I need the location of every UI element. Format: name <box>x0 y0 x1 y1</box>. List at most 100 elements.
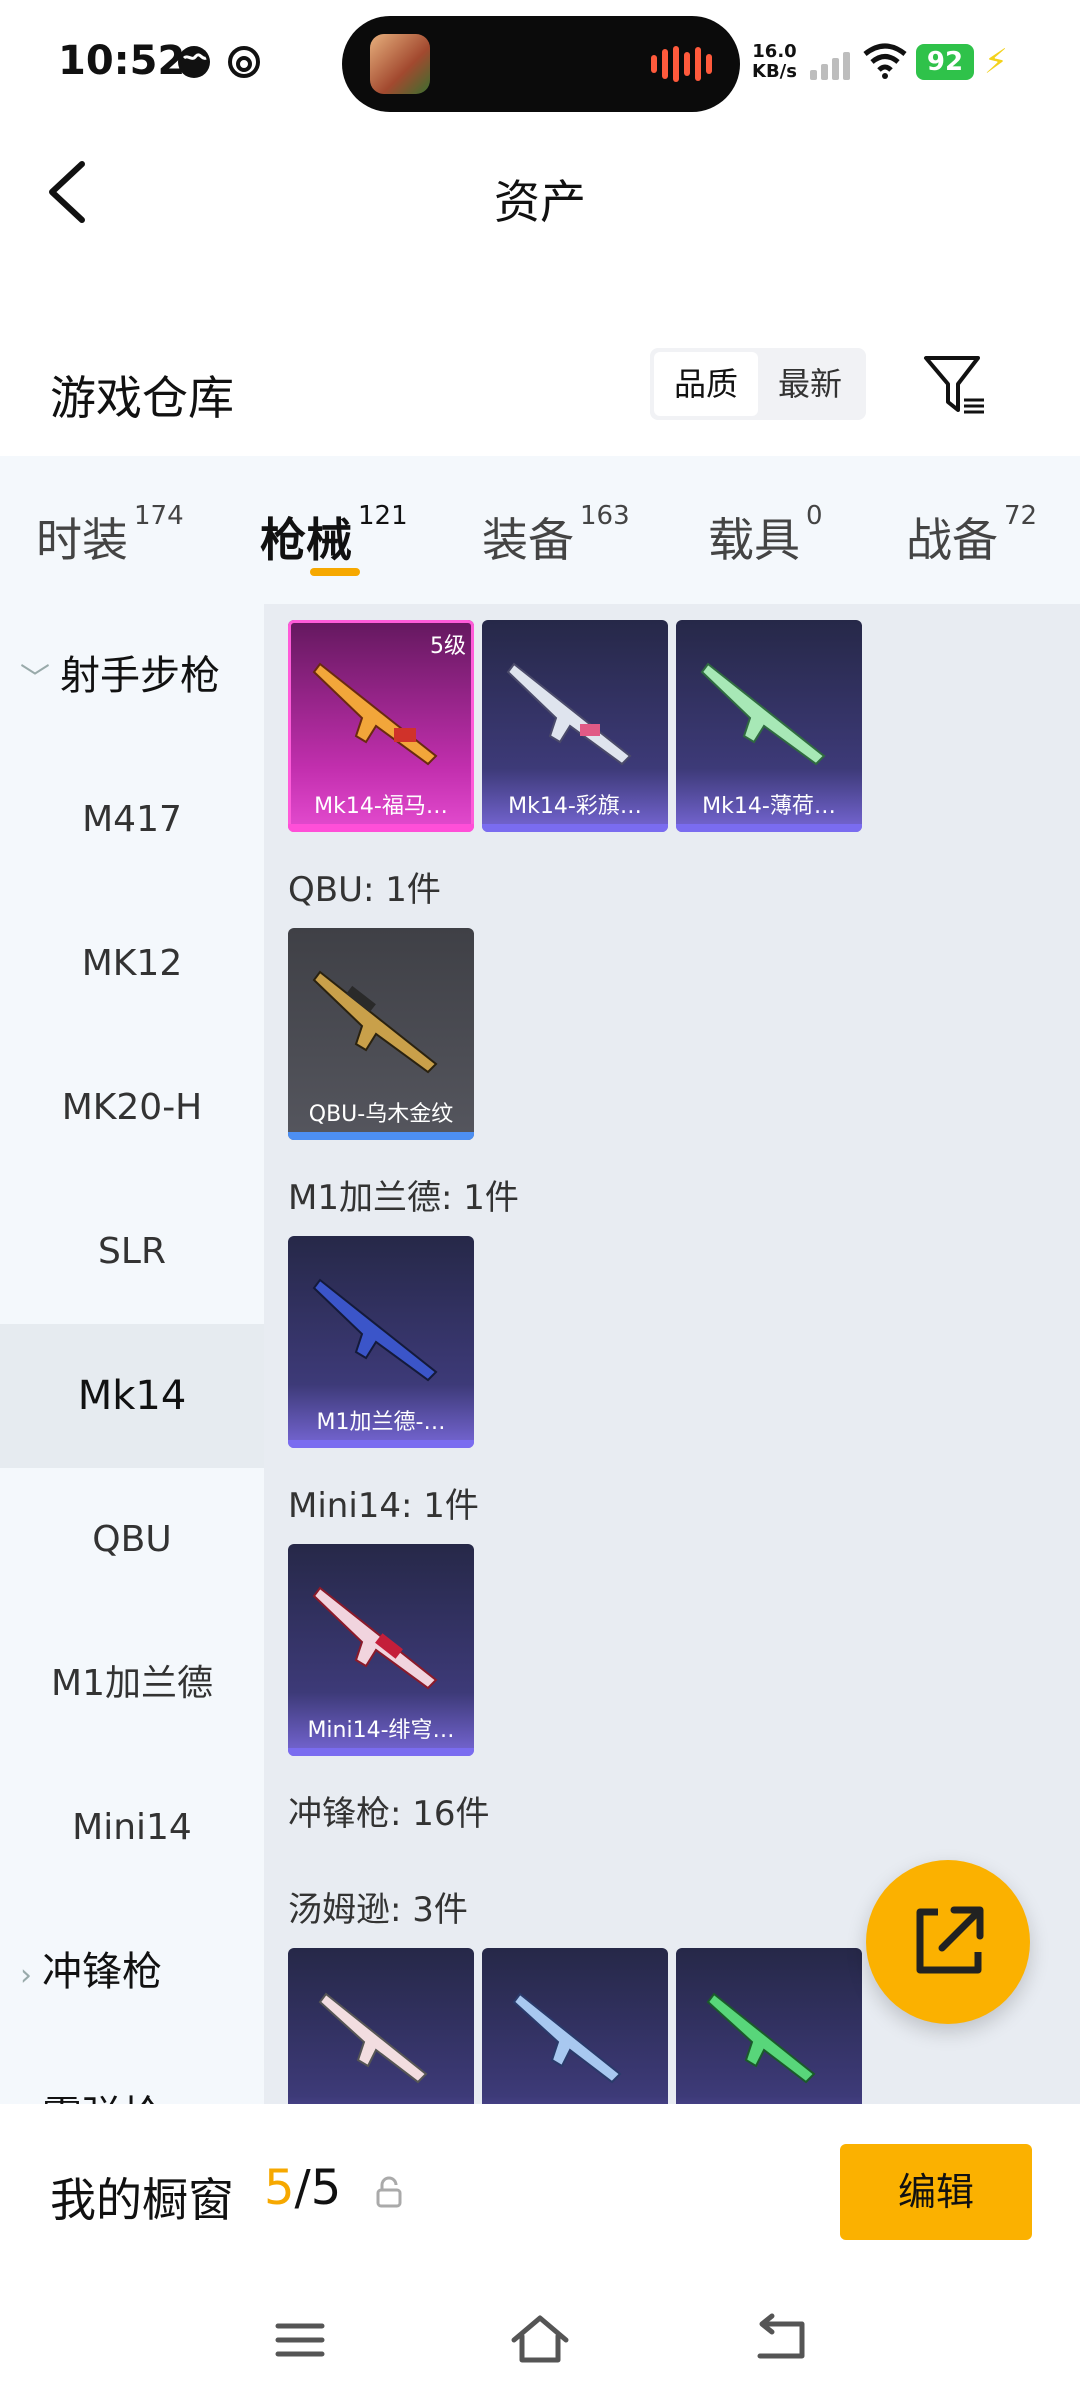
item-card[interactable] <box>288 1948 474 2104</box>
status-time: 10:52 <box>58 38 186 84</box>
group-label-thompson: 汤姆逊: 3件 <box>288 1890 468 1930</box>
sort-quality-button[interactable]: 品质 <box>654 352 758 416</box>
item-name: Mini14-绯穹… <box>307 1718 455 1743</box>
rarity-bar <box>288 1440 474 1448</box>
chevron-right-icon: › <box>20 1958 32 1993</box>
tab-label: 载具 <box>708 513 800 567</box>
sync-icon <box>228 46 260 78</box>
sort-toggle[interactable]: 品质 最新 <box>650 348 866 420</box>
rifle-icon <box>312 662 438 766</box>
lock-icon <box>376 2176 402 2208</box>
rarity-bar <box>288 1132 474 1140</box>
network-speed-unit: KB/s <box>752 61 797 82</box>
tab-label: 装备 <box>482 513 574 567</box>
category-tabs: 时装 174 枪械 121 装备 163 载具 0 战备 72 <box>0 456 1080 604</box>
sidebar-item-mk20h[interactable]: MK20-H <box>0 1036 264 1180</box>
smg-icon <box>512 1992 622 2084</box>
group-label-m1-garand: M1加兰德: 1件 <box>288 1178 519 1218</box>
sidebar-item-mini14[interactable]: Mini14 <box>0 1756 264 1900</box>
smg-icon <box>706 1992 816 2084</box>
item-card[interactable]: Mk14-彩旗… <box>482 620 668 832</box>
item-name: Mk14-薄荷… <box>702 794 836 819</box>
charging-icon: ⚡ <box>984 42 1008 82</box>
item-card[interactable] <box>482 1948 668 2104</box>
showcase-total: 5 <box>310 2160 342 2216</box>
tab-label: 战备 <box>906 513 998 567</box>
item-name: Mk14-彩旗… <box>508 794 642 819</box>
status-bar: 10:52 16.0 KB/s 92 ⚡ <box>0 0 1080 120</box>
sidebar-group-label: 霰弹枪 <box>42 2093 162 2104</box>
rifle-icon <box>506 662 632 766</box>
group-label-mini14: Mini14: 1件 <box>288 1486 479 1526</box>
rarity-bar <box>482 824 668 832</box>
item-card[interactable]: Mk14-薄荷… <box>676 620 862 832</box>
showcase-count: 5/5 <box>264 2160 341 2216</box>
sidebar-item-mk12[interactable]: MK12 <box>0 892 264 1036</box>
tab-fashion[interactable]: 时装 174 <box>36 500 184 570</box>
warehouse-title: 游戏仓库 <box>50 371 234 425</box>
edit-button[interactable]: 编辑 <box>840 2144 1032 2240</box>
sidebar-item-qbu[interactable]: QBU <box>0 1468 264 1612</box>
filter-icon[interactable] <box>920 350 990 420</box>
rifle-icon <box>312 1586 438 1690</box>
rarity-bar <box>288 1748 474 1756</box>
sidebar-item-m417[interactable]: M417 <box>0 748 264 892</box>
tab-count: 174 <box>134 500 184 531</box>
chevron-down-icon: ﹀ <box>20 662 50 697</box>
item-card[interactable]: M1加兰德-… <box>288 1236 474 1448</box>
tab-count: 72 <box>1004 500 1038 531</box>
sidebar-item-mk14[interactable]: Mk14 <box>0 1324 264 1468</box>
smg-icon <box>318 1992 428 2084</box>
item-name: QBU-乌木金纹 <box>308 1102 454 1127</box>
tab-vehicles[interactable]: 载具 0 <box>708 500 823 570</box>
wifi-icon <box>863 43 907 79</box>
item-name: Mk14-福马… <box>314 794 448 819</box>
tab-label: 时装 <box>36 513 128 567</box>
battery-indicator: 92 <box>916 44 974 80</box>
dynamic-island[interactable] <box>342 16 740 112</box>
network-speed: 16.0 KB/s <box>752 42 797 82</box>
tab-equipment[interactable]: 装备 163 <box>482 500 630 570</box>
item-card[interactable]: QBU-乌木金纹 <box>288 928 474 1140</box>
rarity-bar <box>288 824 474 832</box>
group-label-smg: 冲锋枪: 16件 <box>288 1794 490 1834</box>
home-icon[interactable] <box>508 2310 572 2370</box>
item-name: M1加兰德-… <box>316 1410 446 1435</box>
showcase-bar: 我的橱窗 5/5 编辑 <box>0 2104 1080 2280</box>
item-card[interactable]: 5级 Mk14-福马… <box>288 620 474 832</box>
system-nav-bar <box>0 2280 1080 2400</box>
item-card[interactable]: Mini14-绯穹… <box>288 1544 474 1756</box>
sidebar-item-slr[interactable]: SLR <box>0 1180 264 1324</box>
tab-guns[interactable]: 枪械 121 <box>260 500 408 570</box>
sidebar-group-shotgun[interactable]: ›霰弹枪 <box>20 2044 162 2104</box>
menu-icon[interactable] <box>268 2310 332 2370</box>
sidebar-group-smg[interactable]: › 冲锋枪 <box>20 1900 162 2044</box>
app-thumbnail <box>370 34 430 94</box>
weapon-sidebar: ﹀ 射手步枪 M417 MK12 MK20-H SLR Mk14 QBU M1加兰… <box>0 604 264 2104</box>
share-button[interactable] <box>866 1860 1030 2024</box>
tab-supplies[interactable]: 战备 72 <box>906 500 1038 570</box>
rifle-icon <box>700 662 826 766</box>
back-nav-icon[interactable] <box>750 2310 814 2370</box>
item-card[interactable] <box>676 1948 862 2104</box>
rifle-icon <box>312 970 438 1074</box>
showcase-current: 5 <box>264 2160 295 2216</box>
sidebar-group-marksman[interactable]: ﹀ 射手步枪 <box>20 604 220 748</box>
sort-newest-button[interactable]: 最新 <box>758 352 862 416</box>
tab-count: 0 <box>806 500 823 531</box>
active-tab-indicator <box>310 568 360 576</box>
audio-wave-icon <box>651 46 712 82</box>
rarity-bar <box>676 824 862 832</box>
signal-icon <box>810 46 850 80</box>
showcase-separator: / <box>294 2160 311 2216</box>
showcase-label: 我的橱窗 <box>50 2173 234 2227</box>
rifle-icon <box>312 1278 438 1382</box>
sidebar-item-m1-garand[interactable]: M1加兰德 <box>0 1612 264 1756</box>
tab-count: 163 <box>580 500 630 531</box>
share-icon <box>916 1906 984 1974</box>
group-label-qbu: QBU: 1件 <box>288 870 441 910</box>
page-title: 资产 <box>494 175 586 229</box>
tab-count: 121 <box>358 500 408 531</box>
tab-label: 枪械 <box>260 513 352 567</box>
sidebar-group-label: 冲锋枪 <box>42 1949 162 1995</box>
